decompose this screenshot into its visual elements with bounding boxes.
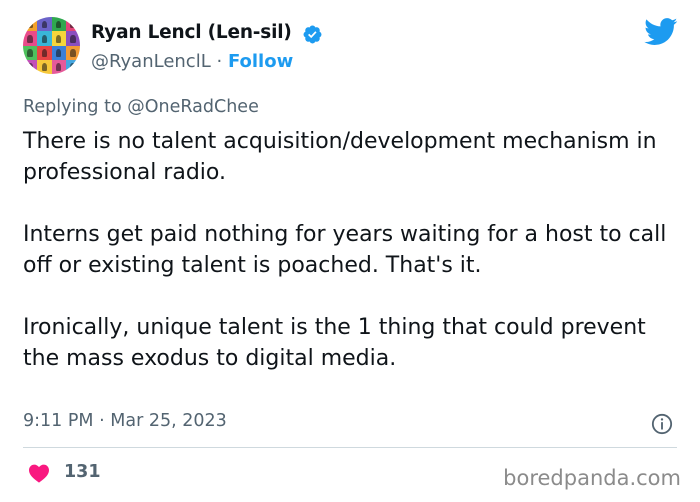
avatar-tile	[23, 31, 38, 46]
tweet-date: Mar 25, 2023	[110, 411, 227, 431]
replying-to-label: Replying to	[23, 97, 122, 117]
divider	[23, 447, 677, 448]
avatar-tile	[65, 59, 80, 74]
avatar-tile	[23, 59, 38, 74]
author-handle[interactable]: @RyanLenclL	[91, 51, 211, 72]
source-watermark: boredpanda.com	[503, 466, 681, 490]
replying-to: Replying to @OneRadChee	[23, 97, 259, 117]
verified-badge-icon	[303, 25, 322, 44]
avatar-tile	[37, 17, 52, 32]
avatar-image	[23, 17, 80, 74]
replying-to-handle[interactable]: @OneRadChee	[127, 97, 259, 117]
timestamp-separator: ·	[99, 411, 105, 431]
avatar[interactable]	[23, 17, 80, 74]
author-handle-row: @RyanLenclL · Follow	[91, 51, 293, 72]
avatar-tile	[37, 59, 52, 74]
like-count[interactable]: 131	[64, 462, 101, 482]
author-display-name[interactable]: Ryan Lencl (Len-sil)	[91, 22, 292, 43]
info-icon[interactable]	[651, 413, 673, 435]
avatar-tile	[65, 17, 80, 32]
avatar-tile	[65, 45, 80, 60]
tweet-timestamp[interactable]: 9:11 PM · Mar 25, 2023	[23, 411, 227, 431]
avatar-tile	[51, 45, 66, 60]
tweet-time: 9:11 PM	[23, 411, 94, 431]
handle-separator: ·	[216, 51, 223, 72]
avatar-tile	[51, 59, 66, 74]
tweet-text: There is no talent acquisition/developme…	[23, 129, 667, 371]
avatar-tile	[37, 31, 52, 46]
twitter-bird-icon[interactable]	[644, 18, 678, 46]
avatar-tile	[37, 45, 52, 60]
avatar-tile	[51, 31, 66, 46]
avatar-tile	[51, 17, 66, 32]
avatar-tile	[23, 17, 38, 32]
follow-button[interactable]: Follow	[228, 51, 293, 72]
heart-icon[interactable]	[28, 463, 50, 483]
avatar-tile	[65, 31, 80, 46]
avatar-tile	[23, 45, 38, 60]
